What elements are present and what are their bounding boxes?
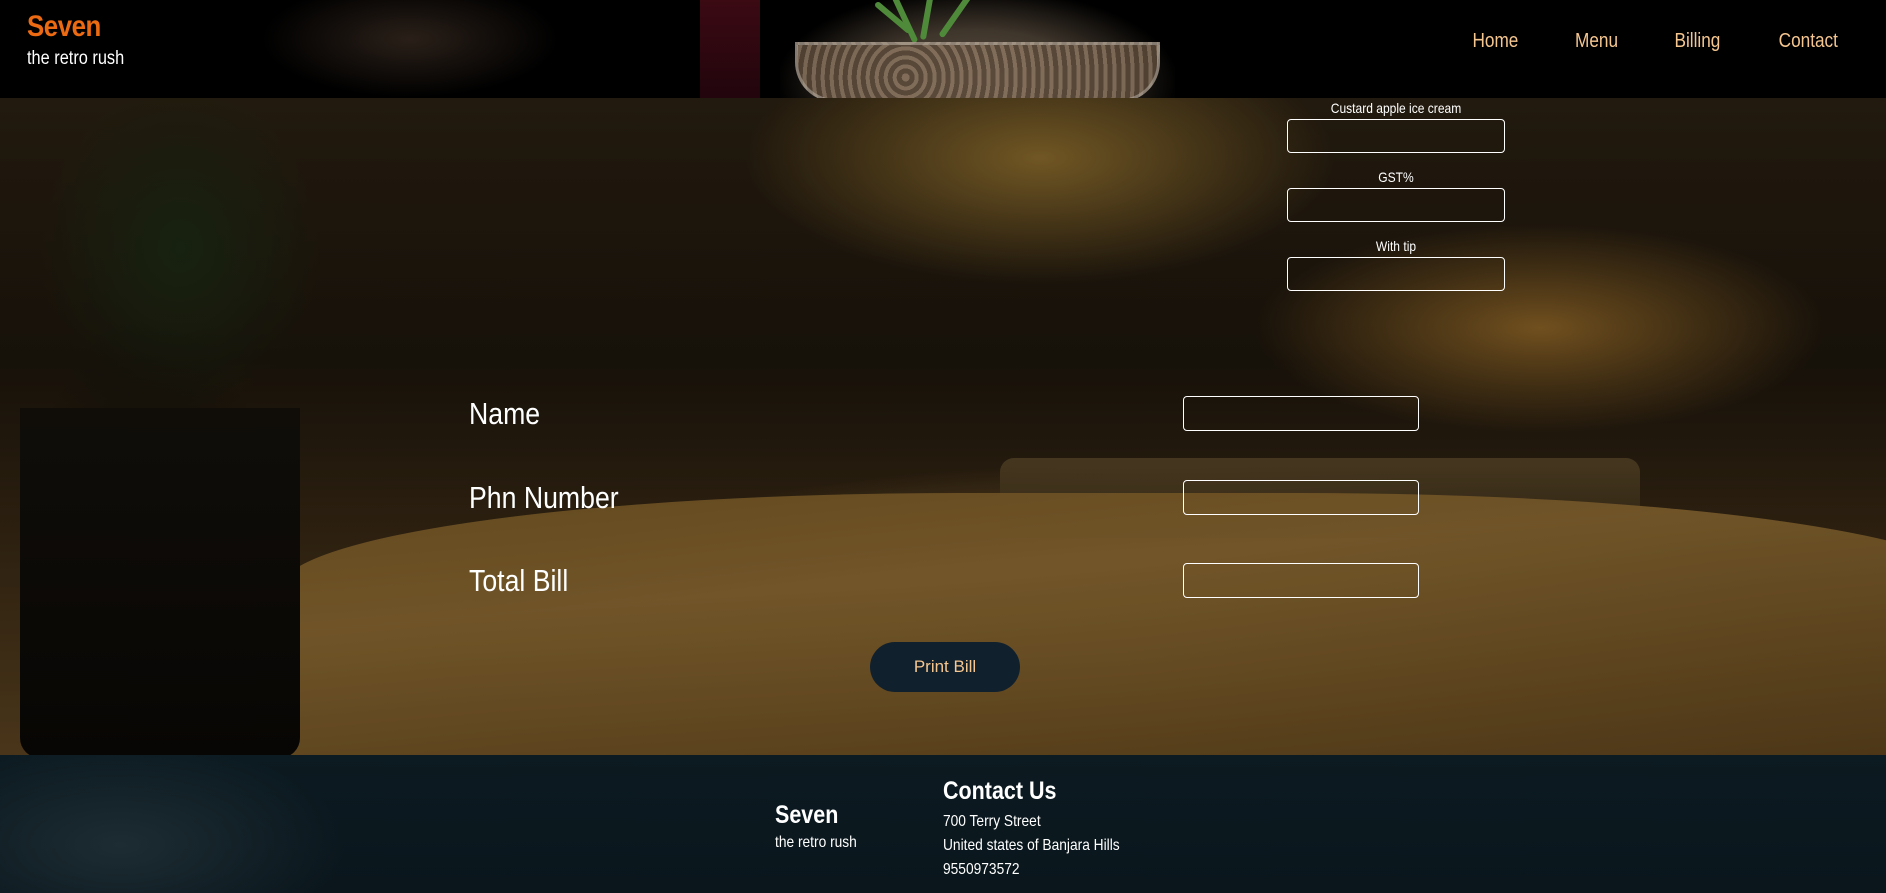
footer-brand-tagline: the retro rush [775,834,857,851]
name-row: Name [469,394,1419,434]
billing-section: Custard apple ice cream GST% With tip Na… [0,98,1886,755]
footer-brand: Seven the retro rush [775,801,870,852]
item-custard-apple: Custard apple ice cream [1287,99,1505,153]
nav-home-link[interactable]: Home [1473,30,1519,53]
print-bill-button[interactable]: Print Bill [870,642,1020,692]
total-input[interactable] [1183,563,1419,598]
phone-input[interactable] [1183,480,1419,515]
nav-billing-link[interactable]: Billing [1674,30,1720,53]
item-label: GST% [1378,169,1414,185]
name-label: Name [469,396,541,431]
item-quantity-input[interactable] [1287,119,1505,153]
site-header: Seven the retro rush Home Menu Billing C… [0,0,1886,98]
address-line-1: 700 Terry Street [943,813,1041,830]
item-tip: With tip [1287,237,1505,291]
name-input[interactable] [1183,396,1419,431]
total-row: Total Bill [469,561,1419,601]
item-label: Custard apple ice cream [1330,100,1462,116]
header-background-blur [700,0,760,98]
site-footer: Seven the retro rush Contact Us 700 Terr… [0,755,1886,893]
item-gst: GST% [1287,168,1505,222]
phone-row: Phn Number [469,478,1419,518]
footer-contact: Contact Us 700 Terry Street United state… [943,777,1148,882]
contact-phone: 9550973572 [943,861,1020,878]
tip-input[interactable] [1287,257,1505,291]
brand-tagline: the retro rush [27,48,125,69]
footer-brand-name: Seven [775,801,839,829]
nav-contact-link[interactable]: Contact [1779,30,1838,53]
address-line-2: United states of Banjara Hills [943,837,1120,854]
contact-title: Contact Us [943,777,1057,805]
phone-label: Phn Number [469,480,619,515]
nav-menu-link[interactable]: Menu [1575,30,1618,53]
brand-logo[interactable]: Seven the retro rush [27,10,140,70]
header-plant-image [780,0,1175,98]
item-label: With tip [1375,238,1417,254]
gst-input[interactable] [1287,188,1505,222]
main-nav: Home Menu Billing Contact [1416,30,1838,53]
brand-name: Seven [27,10,101,43]
header-background-blur [260,0,560,98]
total-label: Total Bill [469,563,569,598]
